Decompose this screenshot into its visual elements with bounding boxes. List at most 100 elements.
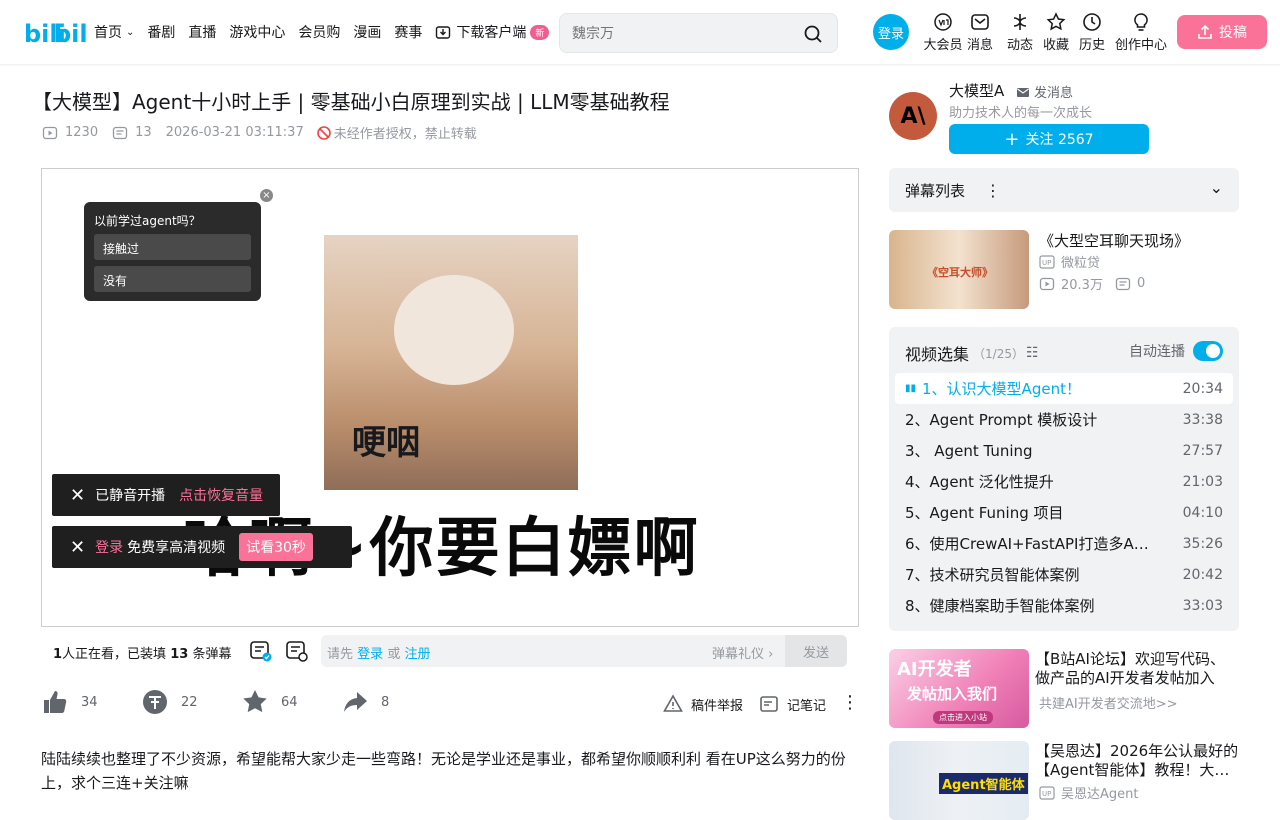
- episode-item[interactable]: 3、 Agent Tuning 27:57: [895, 435, 1233, 466]
- episode-item[interactable]: 6、使用CrewAI+FastAPI打造多Agent… 35:26: [895, 528, 1233, 559]
- up-badge-icon: UP: [1039, 785, 1055, 800]
- nav-bangumi[interactable]: 番剧: [147, 22, 175, 42]
- autoplay-switch[interactable]: [1193, 341, 1223, 361]
- rec1-thumb-caption: 《空耳大师》: [927, 266, 993, 279]
- autoplay-toggle[interactable]: 自动连播: [1129, 341, 1223, 361]
- poll-option-2[interactable]: 没有: [94, 266, 251, 292]
- episode-name: 3、 Agent Tuning: [905, 442, 1033, 460]
- message-icon: [971, 14, 989, 30]
- report-button[interactable]: 稿件举报: [663, 694, 743, 714]
- danmaku-input[interactable]: 请先 登录 或 注册 弹幕礼仪 › 发送: [321, 635, 847, 667]
- nav-game-center[interactable]: 游戏中心: [229, 22, 285, 42]
- episode-name: 5、Agent Funing 项目: [905, 504, 1064, 522]
- nav-home[interactable]: 首页 ⌄: [94, 22, 134, 42]
- watching-label: 人正在看，已装填: [62, 647, 167, 662]
- rec3-title[interactable]: 【吴恩达】2026年公认最好的【Agent智能体】教程！大…: [1035, 742, 1239, 780]
- history-entry[interactable]: 历史: [1078, 12, 1106, 53]
- poll-option-1[interactable]: 接触过: [94, 234, 251, 260]
- mail-icon: [1017, 87, 1029, 97]
- danmaku-etiquette-link[interactable]: 弹幕礼仪 ›: [712, 643, 773, 662]
- rec1-views: 20.3万: [1061, 278, 1103, 293]
- uploader-name[interactable]: 大模型A: [949, 80, 1004, 101]
- more-options-icon[interactable]: ⋮: [985, 181, 1001, 200]
- danmaku-list-panel[interactable]: 弹幕列表 ⋮ ⌄: [889, 168, 1239, 212]
- poll-close-icon[interactable]: ×: [260, 189, 273, 202]
- chevron-down-icon[interactable]: ⌄: [1210, 178, 1223, 197]
- like-button[interactable]: 34: [41, 688, 98, 716]
- message-entry[interactable]: 消息: [966, 12, 994, 53]
- danmaku-toggle-icon[interactable]: [249, 639, 273, 663]
- episode-item[interactable]: 4、Agent 泛化性提升 21:03: [895, 466, 1233, 497]
- close-icon[interactable]: ✕: [70, 537, 85, 558]
- toast-login-link[interactable]: 登录: [95, 537, 123, 557]
- play-count-icon: [1039, 277, 1055, 290]
- recommended-ad-forum[interactable]: AI开发者 发帖加入我们 点击进入小站 【B站AI论坛】欢迎写代码、做产品的AI…: [889, 649, 1239, 729]
- search-icon[interactable]: [803, 24, 823, 44]
- more-options-icon[interactable]: ⋮: [841, 692, 859, 713]
- uploader-avatar[interactable]: A\: [889, 92, 937, 140]
- episode-item[interactable]: ▮▮ 1、认识大模型Agent！ 20:34: [895, 373, 1233, 404]
- message-label: 消息: [966, 38, 993, 53]
- list-view-icon[interactable]: ☷: [1026, 345, 1039, 361]
- rec2-thumbnail[interactable]: AI开发者 发帖加入我们 点击进入小站: [889, 649, 1029, 728]
- rec1-title[interactable]: 《大型空耳聊天现场》: [1039, 232, 1189, 251]
- rec1-author[interactable]: UP 微粒贷: [1039, 252, 1100, 271]
- nav-esports[interactable]: 赛事: [394, 22, 422, 42]
- coin-button[interactable]: 22: [141, 688, 198, 716]
- poll-card: 以前学过agent吗？ 接触过 没有: [84, 202, 261, 301]
- video-player[interactable]: 哽咽 哈啊~你要白嫖啊 以前学过agent吗？ 接触过 没有 × ✕ 已静音开播…: [41, 168, 859, 627]
- upload-button[interactable]: 投稿: [1177, 15, 1267, 49]
- try-30s-button[interactable]: 试看30秒: [239, 533, 313, 561]
- favorite-button[interactable]: 64: [241, 688, 298, 716]
- rec2-subtitle[interactable]: 共建AI开发者交流地>>: [1039, 693, 1178, 712]
- share-button[interactable]: 8: [341, 688, 389, 716]
- nav-download-client[interactable]: 下载客户端 新: [435, 22, 550, 42]
- episode-item[interactable]: 5、Agent Funing 项目 04:10: [895, 497, 1233, 528]
- plus-icon: +: [1004, 128, 1020, 150]
- creator-center-entry[interactable]: 创作中心: [1114, 12, 1168, 53]
- rec2-thumb-line2: 发帖加入我们: [907, 685, 998, 703]
- episode-duration: 21:03: [1182, 473, 1223, 490]
- rec3-author-name: 吴恩达Agent: [1061, 787, 1139, 802]
- notes-button[interactable]: 记笔记: [759, 694, 826, 714]
- close-icon[interactable]: ✕: [70, 485, 85, 506]
- episode-duration: 20:34: [1182, 380, 1223, 397]
- nav-live[interactable]: 直播: [188, 22, 216, 42]
- episode-duration: 04:10: [1182, 504, 1223, 521]
- watching-info: 1人正在看，已装填 13 条弹幕: [53, 643, 231, 662]
- warning-icon: [663, 694, 683, 712]
- rec3-author[interactable]: UP 吴恩达Agent: [1039, 783, 1138, 802]
- search-input[interactable]: [572, 22, 792, 46]
- episode-name: 1、认识大模型Agent！: [922, 380, 1081, 398]
- favorites-entry[interactable]: 收藏: [1042, 12, 1070, 53]
- follow-button[interactable]: + 关注 2567: [949, 124, 1149, 154]
- dynamic-entry[interactable]: 动态: [1006, 12, 1034, 53]
- nav-manga[interactable]: 漫画: [353, 22, 381, 42]
- restore-volume-link[interactable]: 点击恢复音量: [179, 485, 263, 505]
- danmaku-settings-icon[interactable]: [285, 639, 309, 663]
- download-icon: [436, 26, 451, 39]
- rec1-thumbnail[interactable]: 《空耳大师》: [889, 230, 1029, 309]
- recommended-video-3[interactable]: Agent智能体 【吴恩达】2026年公认最好的【Agent智能体】教程！大… …: [889, 741, 1239, 820]
- send-danmaku-button[interactable]: 发送: [785, 635, 847, 667]
- login-button[interactable]: 登录: [873, 14, 909, 50]
- bilibili-logo[interactable]: bili bili: [24, 16, 86, 48]
- episode-item[interactable]: 7、技术研究员智能体案例 20:42: [895, 559, 1233, 590]
- recommended-video-1[interactable]: 《空耳大师》 《大型空耳聊天现场》 UP 微粒贷 20.3万 0: [889, 230, 1239, 310]
- main-nav: 首页 ⌄ 番剧 直播 游戏中心 会员购 漫画 赛事 下载客户端 新: [94, 0, 562, 64]
- danmaku-count: 13: [112, 125, 152, 141]
- creator-center-label: 创作中心: [1114, 38, 1167, 53]
- episode-duration: 33:03: [1182, 597, 1223, 614]
- autoplay-label: 自动连播: [1129, 344, 1185, 360]
- send-message-link[interactable]: 发消息: [1016, 82, 1073, 101]
- nav-mall[interactable]: 会员购: [298, 22, 340, 42]
- rec3-thumbnail[interactable]: Agent智能体: [889, 741, 1029, 820]
- input-or: 或: [387, 647, 401, 662]
- input-register-link[interactable]: 注册: [404, 647, 430, 662]
- input-login-link[interactable]: 登录: [357, 647, 383, 662]
- rec2-title[interactable]: 【B站AI论坛】欢迎写代码、做产品的AI开发者发帖加入: [1035, 650, 1239, 688]
- episode-item[interactable]: 8、健康档案助手智能体案例 33:03: [895, 590, 1233, 621]
- watching-count: 1: [53, 647, 63, 662]
- episode-item[interactable]: 2、Agent Prompt 模板设计 33:38: [895, 404, 1233, 435]
- vip-entry[interactable]: 大会员: [916, 12, 970, 53]
